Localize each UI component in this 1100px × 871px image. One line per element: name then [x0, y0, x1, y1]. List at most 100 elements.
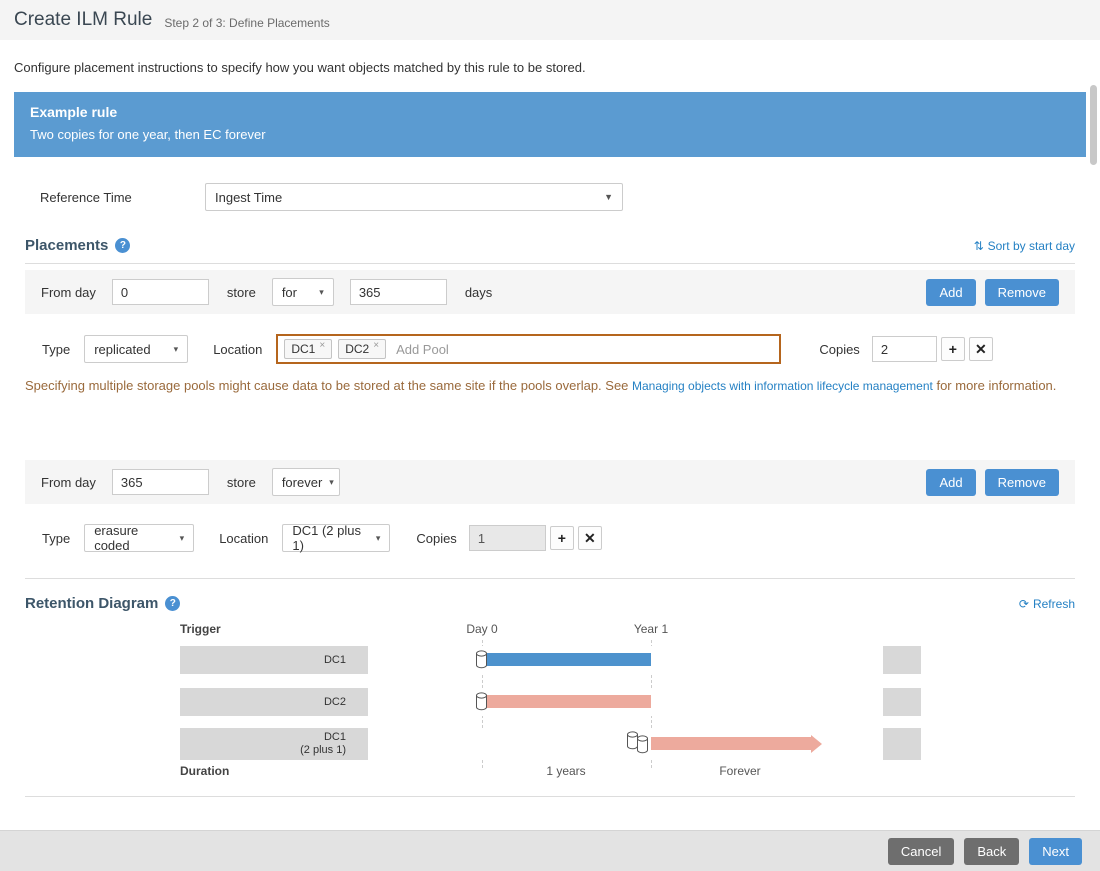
- page-header: Create ILM Rule Step 2 of 3: Define Plac…: [0, 0, 1100, 40]
- next-button[interactable]: Next: [1029, 838, 1082, 865]
- example-rule-description: Two copies for one year, then EC forever: [30, 127, 1070, 142]
- type-value: replicated: [94, 342, 150, 357]
- chevron-down-icon: ▼: [604, 192, 613, 202]
- from-day-input[interactable]: [112, 469, 209, 495]
- diagram-row-label: DC1: [324, 731, 346, 744]
- delete-rule-line-button[interactable]: ✕: [578, 526, 602, 550]
- type-select[interactable]: erasure coded ▾: [84, 524, 194, 552]
- location-select[interactable]: DC1 (2 plus 1) ▾: [282, 524, 390, 552]
- help-icon[interactable]: ?: [115, 238, 130, 253]
- copies-label: Copies: [819, 342, 859, 357]
- storage-cylinder-icon: [475, 650, 488, 672]
- copies-input-disabled: [469, 525, 546, 551]
- reference-time-row: Reference Time Ingest Time ▼: [25, 183, 1075, 211]
- retention-diagram-header: Retention Diagram ? ⟳ Refresh: [25, 595, 1075, 612]
- remove-pool-icon[interactable]: ×: [373, 340, 379, 351]
- copies-input[interactable]: [872, 336, 937, 362]
- divider: [25, 263, 1075, 264]
- pool-tag-label: DC2: [345, 342, 369, 356]
- add-rule-line-button[interactable]: +: [941, 337, 965, 361]
- plus-icon: +: [558, 530, 566, 546]
- pool-tag-label: DC1: [291, 342, 315, 356]
- location-pool-input[interactable]: DC1 × DC2 × Add Pool: [276, 334, 781, 364]
- delete-rule-line-button[interactable]: ✕: [969, 337, 993, 361]
- duration-label: Duration: [180, 764, 229, 778]
- add-placement-button[interactable]: Add: [926, 469, 975, 496]
- add-placement-button[interactable]: Add: [926, 279, 975, 306]
- example-rule-banner: Example rule Two copies for one year, th…: [14, 92, 1086, 157]
- placement-row-1: From day store for ▾ days Add Remove: [25, 270, 1075, 314]
- remove-placement-button[interactable]: Remove: [985, 469, 1059, 496]
- copies-label: Copies: [416, 531, 456, 546]
- pool-tag[interactable]: DC1 ×: [284, 339, 332, 359]
- retention-diagram: Trigger Day 0 Year 1 DC1 DC2 DC1 (2 plus…: [25, 620, 1075, 780]
- chevron-down-icon: ▾: [376, 533, 381, 544]
- type-select[interactable]: replicated ▾: [84, 335, 188, 363]
- warning-text-pre: Specifying multiple storage pools might …: [25, 378, 632, 393]
- store-label: store: [227, 285, 256, 300]
- axis-1years-label: 1 years: [536, 764, 596, 778]
- warning-text-post: for more information.: [933, 378, 1057, 393]
- refresh-link[interactable]: ⟳ Refresh: [1019, 597, 1075, 611]
- divider: [25, 796, 1075, 797]
- help-icon[interactable]: ?: [165, 596, 180, 611]
- sort-icon: ⇅: [974, 239, 984, 253]
- location-label: Location: [219, 531, 268, 546]
- axis-year1-label: Year 1: [621, 622, 681, 636]
- forever-arrow-icon: [811, 735, 822, 753]
- ilm-docs-link[interactable]: Managing objects with information lifecy…: [632, 379, 933, 393]
- reference-time-label: Reference Time: [25, 190, 205, 205]
- storage-cylinder-icon: [636, 735, 649, 757]
- add-rule-line-button[interactable]: +: [550, 526, 574, 550]
- remove-pool-icon[interactable]: ×: [319, 340, 325, 351]
- diagram-row-dc1-ec: DC1 (2 plus 1): [180, 728, 921, 760]
- diagram-row-dc1: DC1: [180, 646, 921, 674]
- duration-days-input[interactable]: [350, 279, 447, 305]
- placements-heading: Placements: [25, 237, 108, 254]
- days-label: days: [465, 285, 492, 300]
- diagram-row-sublabel: (2 plus 1): [300, 744, 346, 757]
- remove-placement-button[interactable]: Remove: [985, 279, 1059, 306]
- diagram-row-label: DC2: [324, 696, 346, 709]
- store-mode-select[interactable]: for ▾: [272, 278, 334, 306]
- retention-bar-dc1: [482, 653, 651, 666]
- reference-time-value: Ingest Time: [215, 190, 282, 205]
- diagram-row-label: DC1: [324, 654, 346, 667]
- sort-link-label: Sort by start day: [988, 239, 1075, 253]
- retention-bar-dc2: [482, 695, 651, 708]
- plus-icon: +: [949, 341, 957, 357]
- store-label: store: [227, 475, 256, 490]
- type-value: erasure coded: [94, 523, 172, 553]
- page-title: Create ILM Rule: [14, 9, 152, 31]
- axis-forever-label: Forever: [710, 764, 770, 778]
- from-day-label: From day: [41, 285, 96, 300]
- close-icon: ✕: [975, 341, 987, 358]
- intro-text: Configure placement instructions to spec…: [0, 40, 1100, 75]
- pool-tag[interactable]: DC2 ×: [338, 339, 386, 359]
- example-rule-title: Example rule: [30, 104, 1070, 120]
- from-day-label: From day: [41, 475, 96, 490]
- sort-by-start-day-link[interactable]: ⇅ Sort by start day: [974, 239, 1075, 253]
- trigger-label: Trigger: [180, 622, 221, 636]
- placements-header: Placements ? ⇅ Sort by start day: [25, 237, 1075, 254]
- placement-row-2: From day store forever ▾ Add Remove: [25, 460, 1075, 504]
- refresh-icon: ⟳: [1019, 597, 1029, 611]
- store-mode-select[interactable]: forever ▾: [272, 468, 340, 496]
- store-mode-value: for: [282, 285, 297, 300]
- back-button[interactable]: Back: [964, 838, 1019, 865]
- close-icon: ✕: [584, 530, 596, 547]
- add-pool-placeholder: Add Pool: [396, 342, 449, 357]
- location-label: Location: [213, 342, 262, 357]
- storage-cylinder-icon: [475, 692, 488, 714]
- reference-time-select[interactable]: Ingest Time ▼: [205, 183, 623, 211]
- cancel-button[interactable]: Cancel: [888, 838, 954, 865]
- type-label: Type: [42, 531, 70, 546]
- chevron-down-icon: ▾: [180, 533, 185, 544]
- store-mode-value: forever: [282, 475, 322, 490]
- retention-bar-dc1-ec: [651, 737, 811, 750]
- from-day-input[interactable]: [112, 279, 209, 305]
- placement-detail-row-1: Type replicated ▾ Location DC1 × DC2 × A…: [25, 334, 1075, 364]
- axis-day0-label: Day 0: [452, 622, 512, 636]
- scrollbar-thumb[interactable]: [1090, 85, 1097, 165]
- type-label: Type: [42, 342, 70, 357]
